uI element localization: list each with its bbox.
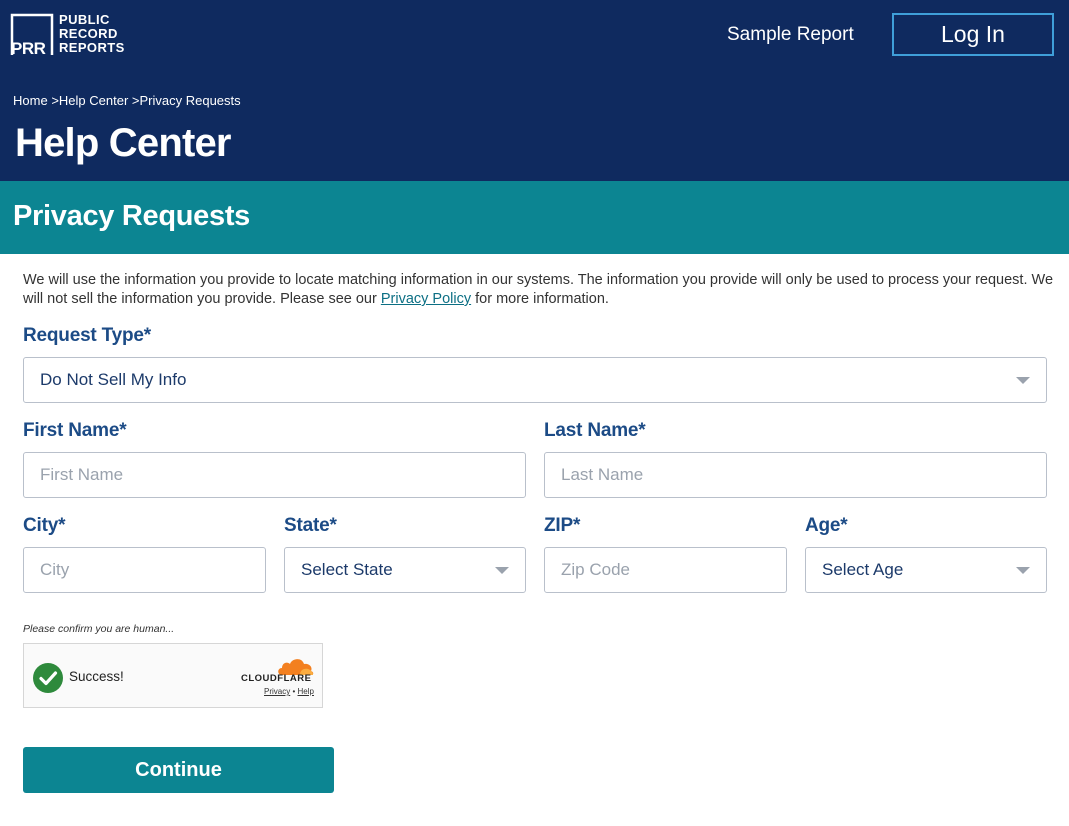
request-type-label: Request Type* [23,325,151,346]
logo-word-record: RECORD [59,26,118,41]
site-header: PRR PUBLIC RECORD REPORTS Sample Report … [0,0,1069,181]
page-title: Help Center [15,121,232,165]
continue-button[interactable]: Continue [23,747,334,793]
chevron-down-icon [1016,567,1030,574]
first-name-input[interactable]: First Name [23,452,526,498]
age-select[interactable]: Select Age [805,547,1047,593]
logo[interactable]: PRR PUBLIC RECORD REPORTS [10,13,130,59]
chevron-down-icon [495,567,509,574]
human-check-note: Please confirm you are human... [23,623,175,635]
privacy-policy-link[interactable]: Privacy Policy [381,291,471,307]
first-name-label: First Name* [23,420,127,441]
cloudflare-help-link[interactable]: Help [298,687,314,696]
zip-input[interactable]: Zip Code [544,547,787,593]
logo-word-public: PUBLIC [59,12,110,27]
breadcrumb: Home >Help Center >Privacy Requests [13,93,241,108]
zip-label: ZIP* [544,515,581,536]
login-button[interactable]: Log In [892,13,1054,56]
logo-word-reports: REPORTS [59,40,125,55]
intro-text: We will use the information you provide … [23,271,1053,309]
last-name-label: Last Name* [544,420,646,441]
city-placeholder: City [40,560,70,579]
age-value: Select Age [822,560,904,579]
breadcrumb-separator: > [51,93,59,108]
first-name-placeholder: First Name [40,465,124,484]
state-value: Select State [301,560,393,579]
request-type-value: Do Not Sell My Info [40,370,187,389]
breadcrumb-home[interactable]: Home [13,93,48,108]
state-select[interactable]: Select State [284,547,526,593]
captcha-status: Success! [69,669,124,684]
chevron-down-icon [1016,377,1030,384]
cloudflare-captcha[interactable]: Success! CLOUDFLARE Privacy • Help [23,643,323,708]
cloudflare-links: Privacy • Help [264,687,314,696]
section-title: Privacy Requests [13,200,250,232]
cloudflare-link-separator: • [292,687,296,696]
zip-placeholder: Zip Code [561,560,630,579]
breadcrumb-help-center[interactable]: Help Center [59,93,128,108]
last-name-placeholder: Last Name [561,465,644,484]
state-label: State* [284,515,337,536]
city-label: City* [23,515,66,536]
intro-text-after: for more information. [471,291,609,307]
logo-wordmark: PUBLIC RECORD REPORTS [59,13,125,55]
cloudflare-brand: CLOUDFLARE [241,673,312,684]
age-label: Age* [805,515,848,536]
request-type-select[interactable]: Do Not Sell My Info [23,357,1047,403]
breadcrumb-separator: > [131,93,140,108]
city-input[interactable]: City [23,547,266,593]
last-name-input[interactable]: Last Name [544,452,1047,498]
breadcrumb-current: Privacy Requests [139,93,241,108]
logo-mark: PRR [11,39,46,58]
cloudflare-privacy-link[interactable]: Privacy [264,687,290,696]
check-icon [33,663,63,693]
sample-report-link[interactable]: Sample Report [727,24,854,46]
